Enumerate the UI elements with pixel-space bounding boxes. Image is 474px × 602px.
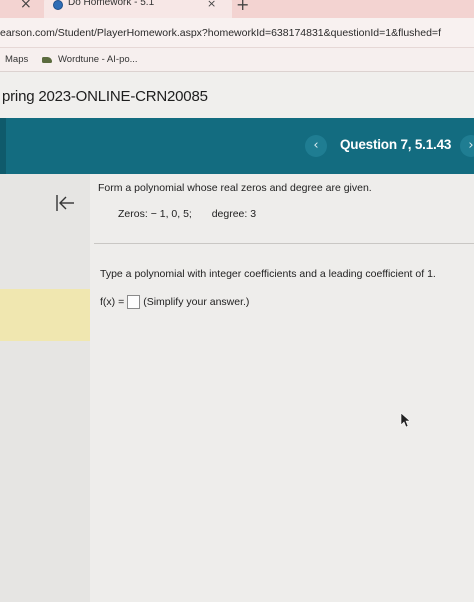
answer-instruction: Type a polynomial with integer coefficie… <box>100 268 436 280</box>
close-tab-icon[interactable]: × <box>20 0 32 12</box>
zeros-value: − 1, 0, 5; <box>150 208 192 220</box>
current-question-highlight[interactable] <box>0 289 90 341</box>
homework-favicon-icon <box>53 0 63 10</box>
bookmark-wordtune[interactable]: Wordtune - AI-po... <box>58 54 138 65</box>
previous-question-button[interactable]: ‹ <box>305 135 327 157</box>
close-active-tab-icon[interactable]: × <box>207 0 216 10</box>
degree-label: degree: <box>211 208 248 220</box>
course-title: pring 2023-ONLINE-CRN20085 <box>2 88 208 105</box>
browser-tab-strip: × Do Homework - 5.1 × + <box>0 0 474 18</box>
url-text[interactable]: earson.com/Student/PlayerHomework.aspx?h… <box>0 27 474 39</box>
question-number-label: Question 7, 5.1.43 <box>340 137 452 152</box>
mouse-pointer-icon <box>400 412 410 428</box>
bookmark-maps[interactable]: Maps <box>5 54 28 65</box>
bookmarks-bar: Maps Wordtune - AI-po... <box>0 48 474 72</box>
wordtune-bookmark-icon <box>42 57 52 63</box>
nav-bar-edge <box>0 118 6 174</box>
answer-input[interactable] <box>127 295 141 309</box>
question-list-panel <box>0 174 90 602</box>
question-nav-bar: ‹ Question 7, 5.1.43 › <box>0 118 474 174</box>
question-content-area <box>90 174 474 602</box>
question-prompt: Form a polynomial whose real zeros and d… <box>98 182 372 194</box>
next-question-button[interactable]: › <box>460 135 474 157</box>
active-tab[interactable]: Do Homework - 5.1 × <box>44 0 232 18</box>
degree-value: 3 <box>250 208 257 220</box>
answer-hint: (Simplify your answer.) <box>143 296 250 308</box>
collapse-panel-icon[interactable] <box>50 192 80 214</box>
address-bar[interactable]: earson.com/Student/PlayerHomework.aspx?h… <box>0 18 474 48</box>
answer-row: f(x) = (Simplify your answer.) <box>100 294 249 310</box>
zeros-degree-line: Zeros: − 1, 0, 5; degree: 3 <box>118 208 256 220</box>
new-tab-button[interactable]: + <box>236 0 249 14</box>
zeros-label: Zeros: <box>118 208 148 220</box>
course-header: pring 2023-ONLINE-CRN20085 <box>0 72 474 118</box>
active-tab-title: Do Homework - 5.1 <box>68 0 155 8</box>
answer-prefix: f(x) = <box>100 296 125 308</box>
section-divider <box>94 243 474 244</box>
